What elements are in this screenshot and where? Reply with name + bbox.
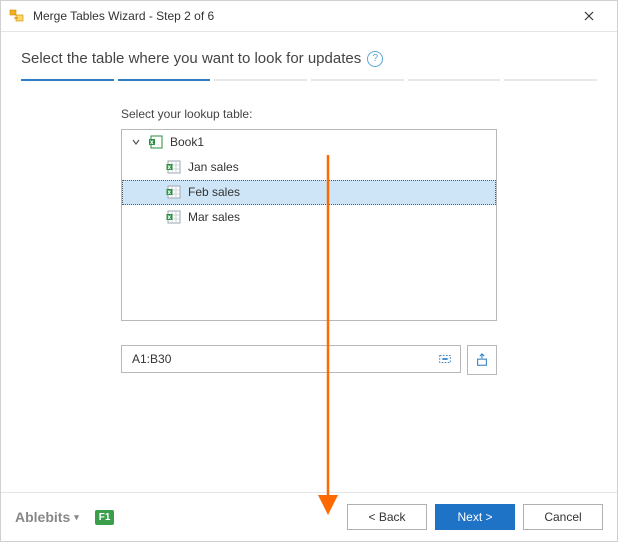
brand[interactable]: Ablebits ▾ (15, 509, 79, 525)
brand-label: Ablebits (15, 509, 70, 525)
range-row (121, 345, 497, 375)
tree-root[interactable]: Book1 (122, 130, 496, 155)
wizard-body: Select your lookup table: Book1 (1, 87, 617, 492)
tree-root-label: Book1 (170, 135, 204, 149)
chevron-down-icon[interactable] (130, 136, 142, 148)
progress-seg (408, 79, 501, 81)
tree-item[interactable]: Mar sales (122, 205, 496, 230)
progress-seg (311, 79, 404, 81)
tree-item-label: Mar sales (188, 210, 240, 224)
tree-label: Select your lookup table: (121, 107, 497, 121)
tree-item-label: Jan sales (188, 160, 239, 174)
expand-selection-button[interactable] (467, 345, 497, 375)
tree-item[interactable]: Feb sales (122, 180, 496, 205)
wizard-window: Merge Tables Wizard - Step 2 of 6 Select… (0, 0, 618, 542)
worksheet-icon (166, 209, 182, 225)
collapse-dialog-icon[interactable] (434, 348, 456, 370)
step-progress (1, 79, 617, 87)
page-heading-text: Select the table where you want to look … (21, 50, 361, 67)
tree-item-label: Feb sales (188, 185, 240, 199)
worksheet-icon (166, 184, 182, 200)
range-input-wrap (121, 345, 461, 373)
footer: Ablebits ▾ F1 < Back Next > Cancel (1, 492, 617, 541)
titlebar: Merge Tables Wizard - Step 2 of 6 (1, 1, 617, 32)
lookup-tree[interactable]: Book1 Jan sales (121, 129, 497, 321)
app-icon (9, 8, 25, 24)
progress-seg (118, 79, 211, 81)
workbook-icon (148, 134, 164, 150)
progress-seg (21, 79, 114, 81)
progress-seg (504, 79, 597, 81)
chevron-down-icon: ▾ (74, 512, 79, 523)
close-button[interactable] (569, 2, 609, 30)
help-icon[interactable]: ? (367, 51, 383, 67)
header: Select the table where you want to look … (1, 32, 617, 79)
range-input[interactable] (130, 351, 434, 367)
back-button[interactable]: < Back (347, 504, 427, 530)
tree-item[interactable]: Jan sales (122, 155, 496, 180)
page-heading: Select the table where you want to look … (21, 50, 597, 67)
worksheet-icon (166, 159, 182, 175)
progress-seg (214, 79, 307, 81)
help-f1-badge[interactable]: F1 (95, 510, 115, 525)
cancel-button[interactable]: Cancel (523, 504, 603, 530)
window-title: Merge Tables Wizard - Step 2 of 6 (33, 9, 569, 23)
next-button[interactable]: Next > (435, 504, 515, 530)
